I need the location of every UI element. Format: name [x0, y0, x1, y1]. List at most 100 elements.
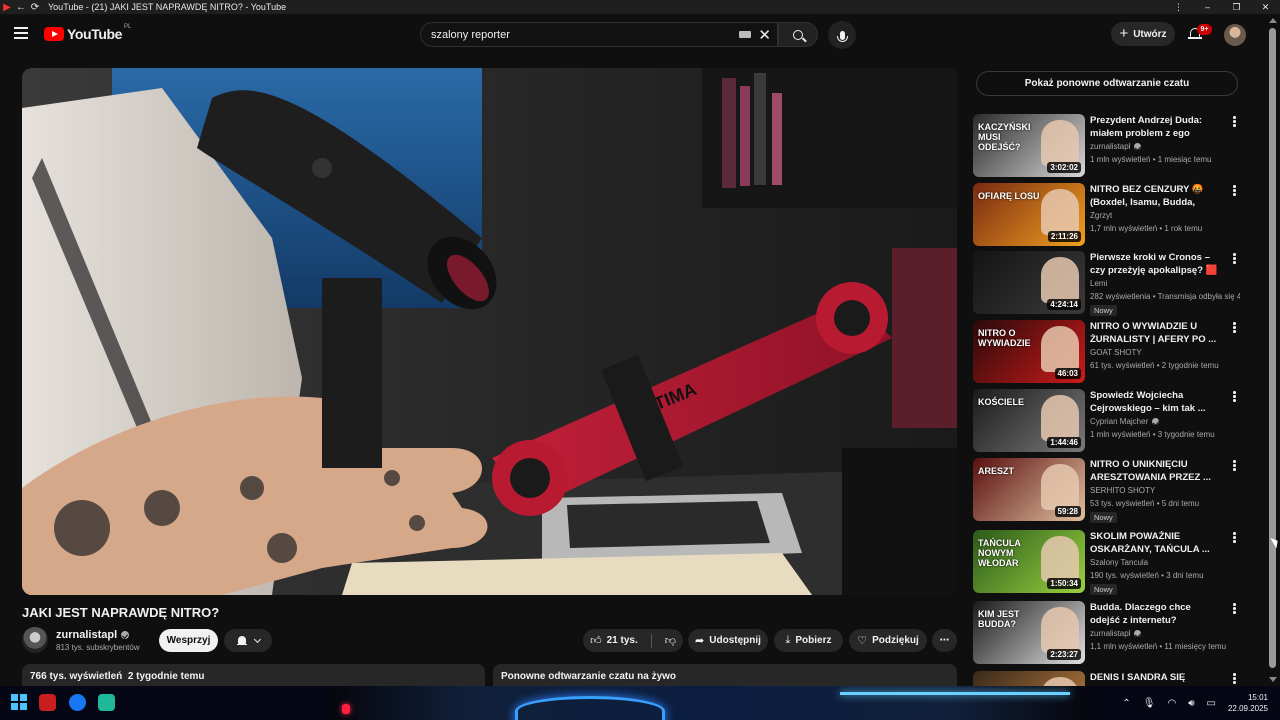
- more-options-icon[interactable]: [1233, 116, 1237, 128]
- chat-replay-label: Ponowne odtwarzanie czatu na żywo: [501, 671, 677, 682]
- more-actions-button[interactable]: ⋯: [932, 629, 957, 652]
- recommendation-item[interactable]: KOŚCIELE 1:44:46 Spowiedź Wojciecha Cejrow…: [973, 389, 1243, 453]
- plus-icon: +: [1119, 25, 1129, 42]
- recommendation-channel[interactable]: Cyprian Majcher: [1090, 417, 1160, 426]
- recommendation-title[interactable]: Pierwsze kroki w Cronos – czy przeżyję a…: [1090, 251, 1222, 277]
- more-options-icon[interactable]: [1233, 673, 1237, 685]
- more-options-icon[interactable]: [1233, 253, 1237, 265]
- video-thumbnail[interactable]: [973, 671, 1085, 686]
- thumbnail-face: [1041, 326, 1079, 372]
- recommendation-title[interactable]: DENIS I SANDRA SIĘ ROZSTALI, ...: [1090, 671, 1222, 686]
- more-options-icon[interactable]: [1233, 603, 1237, 615]
- voice-search-button[interactable]: [828, 21, 856, 49]
- video-thumbnail[interactable]: OFIARĘ LOSU 2:11:26: [973, 183, 1085, 246]
- masthead: YouTube PL ✕ + Utwórz 9+: [0, 14, 1280, 56]
- wifi-icon[interactable]: ◠: [1167, 698, 1176, 709]
- recommendation-item[interactable]: KIM JEST BUDDA? 2:23:27 Budda. Dlaczego ch…: [973, 601, 1243, 665]
- clock[interactable]: 15:01 22.09.2025: [1228, 692, 1268, 714]
- verified-check-icon: [1152, 418, 1160, 425]
- support-button[interactable]: Wesprzyj: [159, 629, 218, 652]
- recommendation-channel[interactable]: SERHITO SHOTY: [1090, 486, 1155, 495]
- youtube-logo[interactable]: YouTube PL: [44, 24, 132, 42]
- video-thumbnail[interactable]: KIM JEST BUDDA? 2:23:27: [973, 601, 1085, 664]
- recommendation-title[interactable]: Spowiedź Wojciecha Cejrowskiego – kim ta…: [1090, 389, 1222, 415]
- search-icon: [793, 29, 803, 40]
- thumbs-up-icon[interactable]: 👍︎: [590, 634, 602, 647]
- share-button[interactable]: ➦ Udostępnij: [688, 629, 768, 652]
- recommendation-channel[interactable]: Zgrzyt: [1090, 211, 1112, 220]
- recommendation-item[interactable]: NITRO O WYWIADZIE 46:03 NITRO O WYWIADZIE …: [973, 320, 1243, 384]
- recommendation-channel[interactable]: Szalony Tancula: [1090, 558, 1148, 567]
- scroll-up-arrow-icon[interactable]: [1269, 18, 1277, 23]
- recommendation-item[interactable]: DENIS I SANDRA SIĘ ROZSTALI, ...: [973, 671, 1243, 686]
- like-count[interactable]: 21 tys.: [607, 635, 638, 646]
- search-input[interactable]: [431, 28, 731, 41]
- create-button[interactable]: + Utwórz: [1111, 22, 1175, 46]
- battery-icon[interactable]: ▭: [1207, 698, 1216, 709]
- app-icon: ▶: [3, 1, 11, 13]
- recommendation-item[interactable]: ARESZT 59:28 NITRO O UNIKNIĘCIU ARESZTOWAN…: [973, 458, 1243, 523]
- page-scrollbar[interactable]: [1266, 14, 1280, 686]
- download-button[interactable]: ⤓ Pobierz: [774, 629, 843, 652]
- more-options-icon[interactable]: [1233, 322, 1237, 334]
- recommendation-channel[interactable]: GOAT SHOTY: [1090, 348, 1142, 357]
- country-code: PL: [124, 24, 132, 30]
- app-icon-green[interactable]: [98, 694, 115, 711]
- scroll-down-arrow-icon[interactable]: [1269, 677, 1277, 682]
- close-button[interactable]: ✕: [1251, 0, 1280, 14]
- thumbnail-face: [1041, 395, 1079, 441]
- thanks-button[interactable]: ♡ Podziękuj: [849, 629, 927, 652]
- youtube-app-icon[interactable]: [39, 694, 56, 711]
- recommendation-title[interactable]: Budda. Dlaczego chce odejść z internetu?: [1090, 601, 1222, 627]
- search-box[interactable]: ✕: [420, 22, 778, 47]
- more-options-icon[interactable]: [1233, 391, 1237, 403]
- recommendation-title[interactable]: NITRO BEZ CENZURY 🤬 (Boxdel, Isamu, Budd…: [1090, 183, 1222, 209]
- menu-icon[interactable]: ⋮: [1164, 0, 1193, 14]
- recommendation-title[interactable]: Prezydent Andrzej Duda: miałem problem z…: [1090, 114, 1222, 140]
- show-chat-replay-button[interactable]: Pokaż ponowne odtwarzanie czatu: [976, 71, 1238, 96]
- channel-avatar[interactable]: [22, 627, 48, 653]
- video-player[interactable]: ULTIMA: [22, 68, 957, 595]
- channel-name[interactable]: zurnalistapl: [56, 629, 130, 641]
- facebook-app-icon[interactable]: [69, 694, 86, 711]
- download-label: Pobierz: [795, 635, 832, 646]
- recommendation-item[interactable]: 4:24:14 Pierwsze kroki w Cronos – czy prz…: [973, 251, 1243, 316]
- mic-tray-icon[interactable]: 🎙︎: [1143, 698, 1156, 709]
- search-button[interactable]: [778, 22, 818, 47]
- keyboard-icon[interactable]: [739, 31, 751, 38]
- video-thumbnail[interactable]: TAŃCULA NOWYM WŁODAR 1:50:34: [973, 530, 1085, 593]
- scrollbar-thumb[interactable]: [1269, 28, 1276, 668]
- reload-icon[interactable]: ⟳: [28, 0, 42, 14]
- video-thumbnail[interactable]: KOŚCIELE 1:44:46: [973, 389, 1085, 452]
- recommendation-title[interactable]: NITRO O WYWIADZIE U ŻURNALISTY | AFERY P…: [1090, 320, 1222, 346]
- recommendation-title[interactable]: SKOLIM POWAŻNIE OSKARŻANY, TAŃCULA ...: [1090, 530, 1222, 556]
- recommendation-item[interactable]: TAŃCULA NOWYM WŁODAR 1:50:34 SKOLIM POWAŻN…: [973, 530, 1243, 595]
- recommendation-item[interactable]: OFIARĘ LOSU 2:11:26 NITRO BEZ CENZURY 🤬 (B…: [973, 183, 1243, 247]
- back-arrow-icon[interactable]: ←: [14, 0, 28, 14]
- video-thumbnail[interactable]: 4:24:14: [973, 251, 1085, 314]
- chevron-up-icon[interactable]: ⌃: [1122, 698, 1130, 709]
- maximize-button[interactable]: ❐: [1222, 0, 1251, 14]
- video-thumbnail[interactable]: ARESZT 59:28: [973, 458, 1085, 521]
- volume-icon[interactable]: 🔊︎: [1188, 698, 1194, 709]
- windows-start-icon[interactable]: [11, 694, 27, 710]
- clear-search-icon[interactable]: ✕: [758, 26, 771, 44]
- recommendation-channel[interactable]: Lemi: [1090, 279, 1107, 288]
- video-thumbnail[interactable]: KACZYŃSKI MUSI ODEJŚĆ? 3:02:02: [973, 114, 1085, 177]
- recommendation-channel[interactable]: zurnalistapl: [1090, 142, 1142, 151]
- more-options-icon[interactable]: [1233, 185, 1237, 197]
- account-avatar[interactable]: [1224, 24, 1246, 46]
- recommendation-channel[interactable]: zurnalistapl: [1090, 629, 1142, 638]
- subscription-bell-button[interactable]: [224, 629, 272, 652]
- more-options-icon[interactable]: [1233, 460, 1237, 472]
- video-thumbnail[interactable]: NITRO O WYWIADZIE 46:03: [973, 320, 1085, 383]
- recommendation-title[interactable]: NITRO O UNIKNIĘCIU ARESZTOWANIA PRZEZ ..…: [1090, 458, 1222, 484]
- thumbs-down-icon[interactable]: 👎︎: [665, 634, 676, 647]
- clock-date: 22.09.2025: [1227, 704, 1268, 713]
- recommendation-item[interactable]: KACZYŃSKI MUSI ODEJŚĆ? 3:02:02 Prezydent A…: [973, 114, 1243, 178]
- share-label: Udostępnij: [709, 635, 761, 646]
- microphone-icon: [836, 30, 848, 42]
- more-options-icon[interactable]: [1233, 532, 1237, 544]
- minimize-button[interactable]: –: [1193, 0, 1222, 14]
- hamburger-menu-icon[interactable]: [14, 27, 28, 39]
